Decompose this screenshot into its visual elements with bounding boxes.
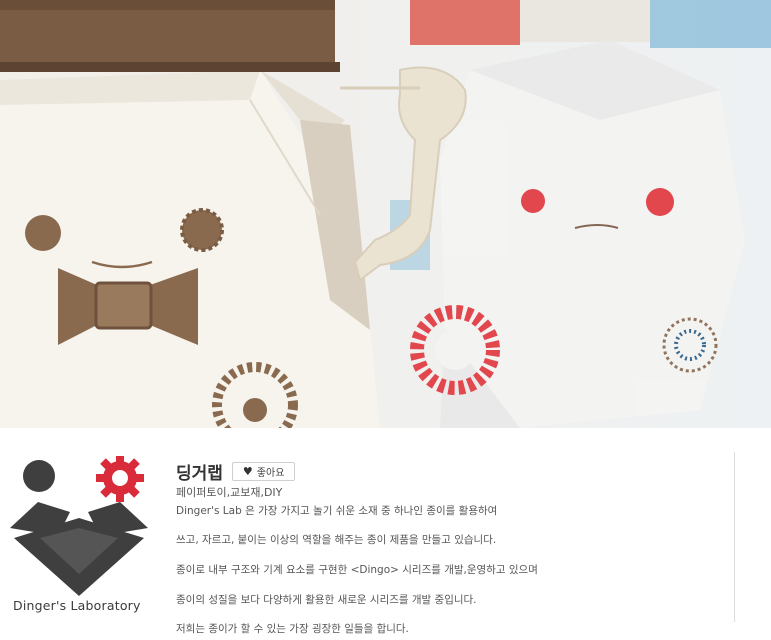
description-line: 종이의 성질을 보다 다양하게 활용한 새로운 시리즈를 개발 중입니다. xyxy=(176,594,477,606)
paper-robot-illustration xyxy=(0,0,771,428)
shop-title-row: 딩거랩 ♥ 좋아요 xyxy=(176,459,296,484)
description-line: Dinger's Lab 은 가장 가지고 놀기 쉬운 소재 중 하나인 종이를… xyxy=(176,505,498,517)
description-line: 쓰고, 자르고, 붙이는 이상의 역할을 해주는 종이 제품을 만들고 있습니다… xyxy=(176,534,497,546)
description-line: 저희는 종이가 할 수 있는 가장 굉장한 일들을 합니다. xyxy=(176,623,409,635)
dingers-lab-logo-icon xyxy=(10,454,148,596)
description-line: 종이로 내부 구조와 기계 요소를 구현한 <Dingo> 시리즈를 개발,운영… xyxy=(176,564,538,576)
heart-icon: ♥ xyxy=(242,465,253,478)
like-button-label: 좋아요 xyxy=(256,468,285,479)
hero-banner-photo xyxy=(0,0,771,428)
like-button[interactable]: ♥ 좋아요 xyxy=(231,462,296,481)
shop-name: 딩거랩 xyxy=(176,464,223,484)
shop-profile: Dinger's Laboratory 딩거랩 ♥ 좋아요 페이퍼토이,교보재,… xyxy=(0,428,771,640)
shop-category: 페이퍼토이,교보재,DIY xyxy=(176,486,283,499)
vertical-divider xyxy=(734,452,735,622)
shop-logo: Dinger's Laboratory xyxy=(10,454,155,626)
logo-wordmark: Dinger's Laboratory xyxy=(13,598,141,613)
